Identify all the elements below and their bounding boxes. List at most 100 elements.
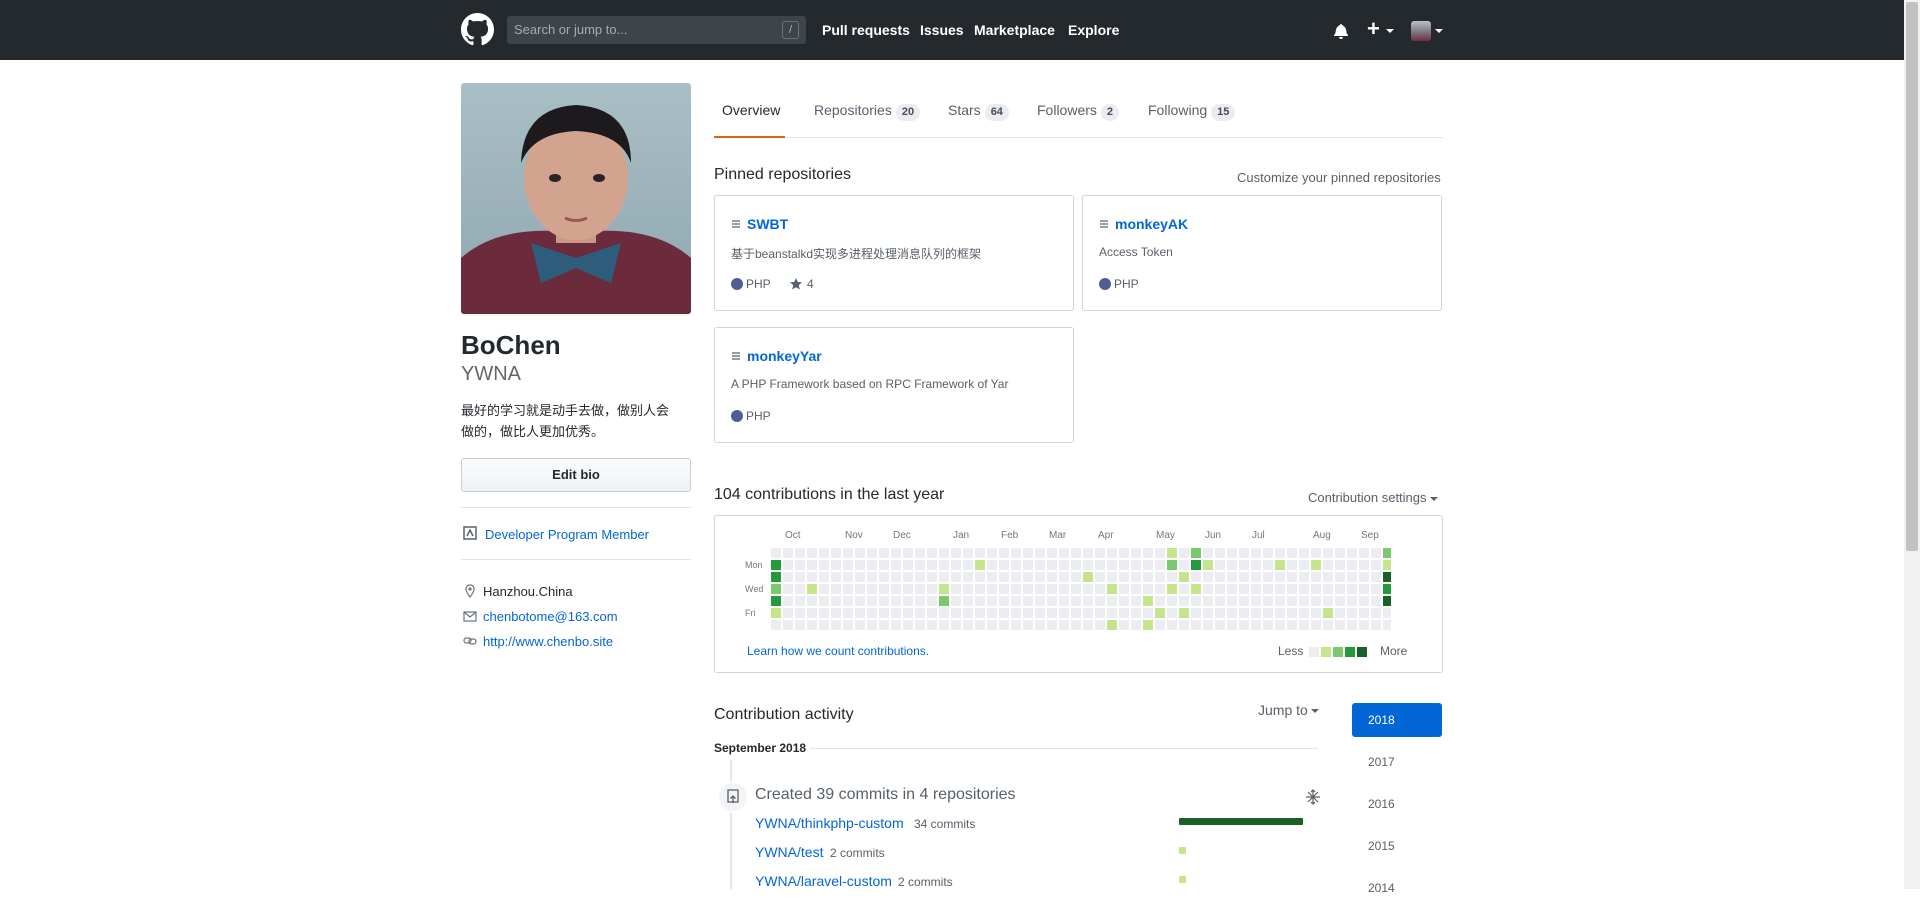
contribution-day[interactable]: [1383, 560, 1391, 570]
contribution-day[interactable]: [1095, 608, 1105, 618]
contribution-day[interactable]: [1155, 608, 1165, 618]
contribution-day[interactable]: [1287, 548, 1297, 558]
contribution-day[interactable]: [1251, 596, 1261, 606]
search-input[interactable]: Search or jump to... /: [507, 16, 806, 44]
contribution-day[interactable]: [1071, 560, 1081, 570]
contribution-day[interactable]: [951, 608, 961, 618]
contribution-day[interactable]: [1131, 596, 1141, 606]
contribution-day[interactable]: [1299, 560, 1309, 570]
contribution-day[interactable]: [1335, 548, 1345, 558]
contribution-day[interactable]: [1311, 608, 1321, 618]
contribution-day[interactable]: [915, 596, 925, 606]
star-icon[interactable]: [789, 277, 803, 291]
contribution-day[interactable]: [1119, 608, 1129, 618]
contribution-day[interactable]: [999, 584, 1009, 594]
contribution-day[interactable]: [1263, 560, 1273, 570]
contribution-day[interactable]: [1239, 548, 1249, 558]
contribution-day[interactable]: [987, 584, 997, 594]
contribution-day[interactable]: [1155, 620, 1165, 630]
contribution-day[interactable]: [1191, 596, 1201, 606]
contribution-day[interactable]: [1023, 596, 1033, 606]
pinned-repo-link[interactable]: SWBT: [747, 216, 788, 232]
contribution-day[interactable]: [1203, 548, 1213, 558]
profile-website-link[interactable]: http://www.chenbo.site: [483, 634, 613, 649]
contribution-day[interactable]: [1167, 548, 1177, 558]
contribution-day[interactable]: [1371, 608, 1381, 618]
contribution-day[interactable]: [1359, 548, 1369, 558]
contribution-day[interactable]: [1059, 596, 1069, 606]
contribution-day[interactable]: [1359, 620, 1369, 630]
contribution-day[interactable]: [1239, 560, 1249, 570]
contribution-day[interactable]: [951, 572, 961, 582]
commit-event-title[interactable]: Created 39 commits in 4 repositories: [755, 786, 1016, 804]
contribution-day[interactable]: [939, 596, 949, 606]
contribution-day[interactable]: [1227, 560, 1237, 570]
contribution-day[interactable]: [783, 548, 793, 558]
nav-explore[interactable]: Explore: [1068, 22, 1119, 38]
contribution-day[interactable]: [1155, 596, 1165, 606]
contribution-day[interactable]: [1011, 584, 1021, 594]
contribution-day[interactable]: [1143, 596, 1153, 606]
contribution-day[interactable]: [879, 572, 889, 582]
contribution-day[interactable]: [879, 560, 889, 570]
activity-repo-commits[interactable]: 2 commits: [898, 875, 953, 889]
contribution-day[interactable]: [903, 620, 913, 630]
contribution-day[interactable]: [1215, 584, 1225, 594]
year-button-2014[interactable]: 2014: [1352, 871, 1442, 905]
contribution-day[interactable]: [1083, 572, 1093, 582]
nav-issues[interactable]: Issues: [920, 22, 964, 38]
contribution-day[interactable]: [1095, 620, 1105, 630]
contribution-day[interactable]: [843, 584, 853, 594]
contribution-day[interactable]: [1383, 572, 1391, 582]
contribution-day[interactable]: [1251, 560, 1261, 570]
contribution-day[interactable]: [855, 548, 865, 558]
contribution-day[interactable]: [819, 584, 829, 594]
contribution-day[interactable]: [1251, 584, 1261, 594]
contribution-day[interactable]: [915, 584, 925, 594]
contribution-day[interactable]: [1335, 560, 1345, 570]
contribution-day[interactable]: [1335, 584, 1345, 594]
contribution-day[interactable]: [1227, 572, 1237, 582]
contribution-day[interactable]: [843, 608, 853, 618]
contribution-day[interactable]: [1023, 620, 1033, 630]
activity-repo-commits[interactable]: 34 commits: [914, 817, 975, 831]
contribution-day[interactable]: [1275, 572, 1285, 582]
contribution-day[interactable]: [891, 572, 901, 582]
edit-bio-button[interactable]: Edit bio: [461, 458, 691, 492]
contribution-day[interactable]: [1323, 596, 1333, 606]
contribution-day[interactable]: [1047, 608, 1057, 618]
contribution-day[interactable]: [771, 596, 781, 606]
contribution-day[interactable]: [1227, 548, 1237, 558]
contribution-day[interactable]: [999, 548, 1009, 558]
contribution-day[interactable]: [1155, 572, 1165, 582]
contribution-day[interactable]: [951, 596, 961, 606]
contribution-day[interactable]: [1047, 620, 1057, 630]
contribution-day[interactable]: [1323, 584, 1333, 594]
contribution-day[interactable]: [1095, 596, 1105, 606]
contribution-day[interactable]: [1263, 608, 1273, 618]
contribution-day[interactable]: [1119, 596, 1129, 606]
contribution-day[interactable]: [903, 548, 913, 558]
contribution-day[interactable]: [1239, 572, 1249, 582]
contribution-day[interactable]: [1251, 572, 1261, 582]
contribution-day[interactable]: [1215, 548, 1225, 558]
contribution-day[interactable]: [831, 596, 841, 606]
contribution-day[interactable]: [1167, 620, 1177, 630]
contribution-day[interactable]: [771, 548, 781, 558]
contribution-day[interactable]: [1143, 608, 1153, 618]
contribution-day[interactable]: [1179, 608, 1189, 618]
contribution-day[interactable]: [1215, 572, 1225, 582]
contribution-day[interactable]: [1347, 596, 1357, 606]
contribution-day[interactable]: [999, 620, 1009, 630]
contribution-day[interactable]: [867, 572, 877, 582]
contribution-day[interactable]: [1011, 572, 1021, 582]
contribution-day[interactable]: [1287, 608, 1297, 618]
contribution-day[interactable]: [999, 596, 1009, 606]
contribution-day[interactable]: [1011, 596, 1021, 606]
contribution-day[interactable]: [1083, 584, 1093, 594]
contribution-day[interactable]: [1239, 584, 1249, 594]
contribution-day[interactable]: [927, 560, 937, 570]
nav-marketplace[interactable]: Marketplace: [974, 22, 1055, 38]
contribution-day[interactable]: [1035, 560, 1045, 570]
contribution-day[interactable]: [807, 560, 817, 570]
